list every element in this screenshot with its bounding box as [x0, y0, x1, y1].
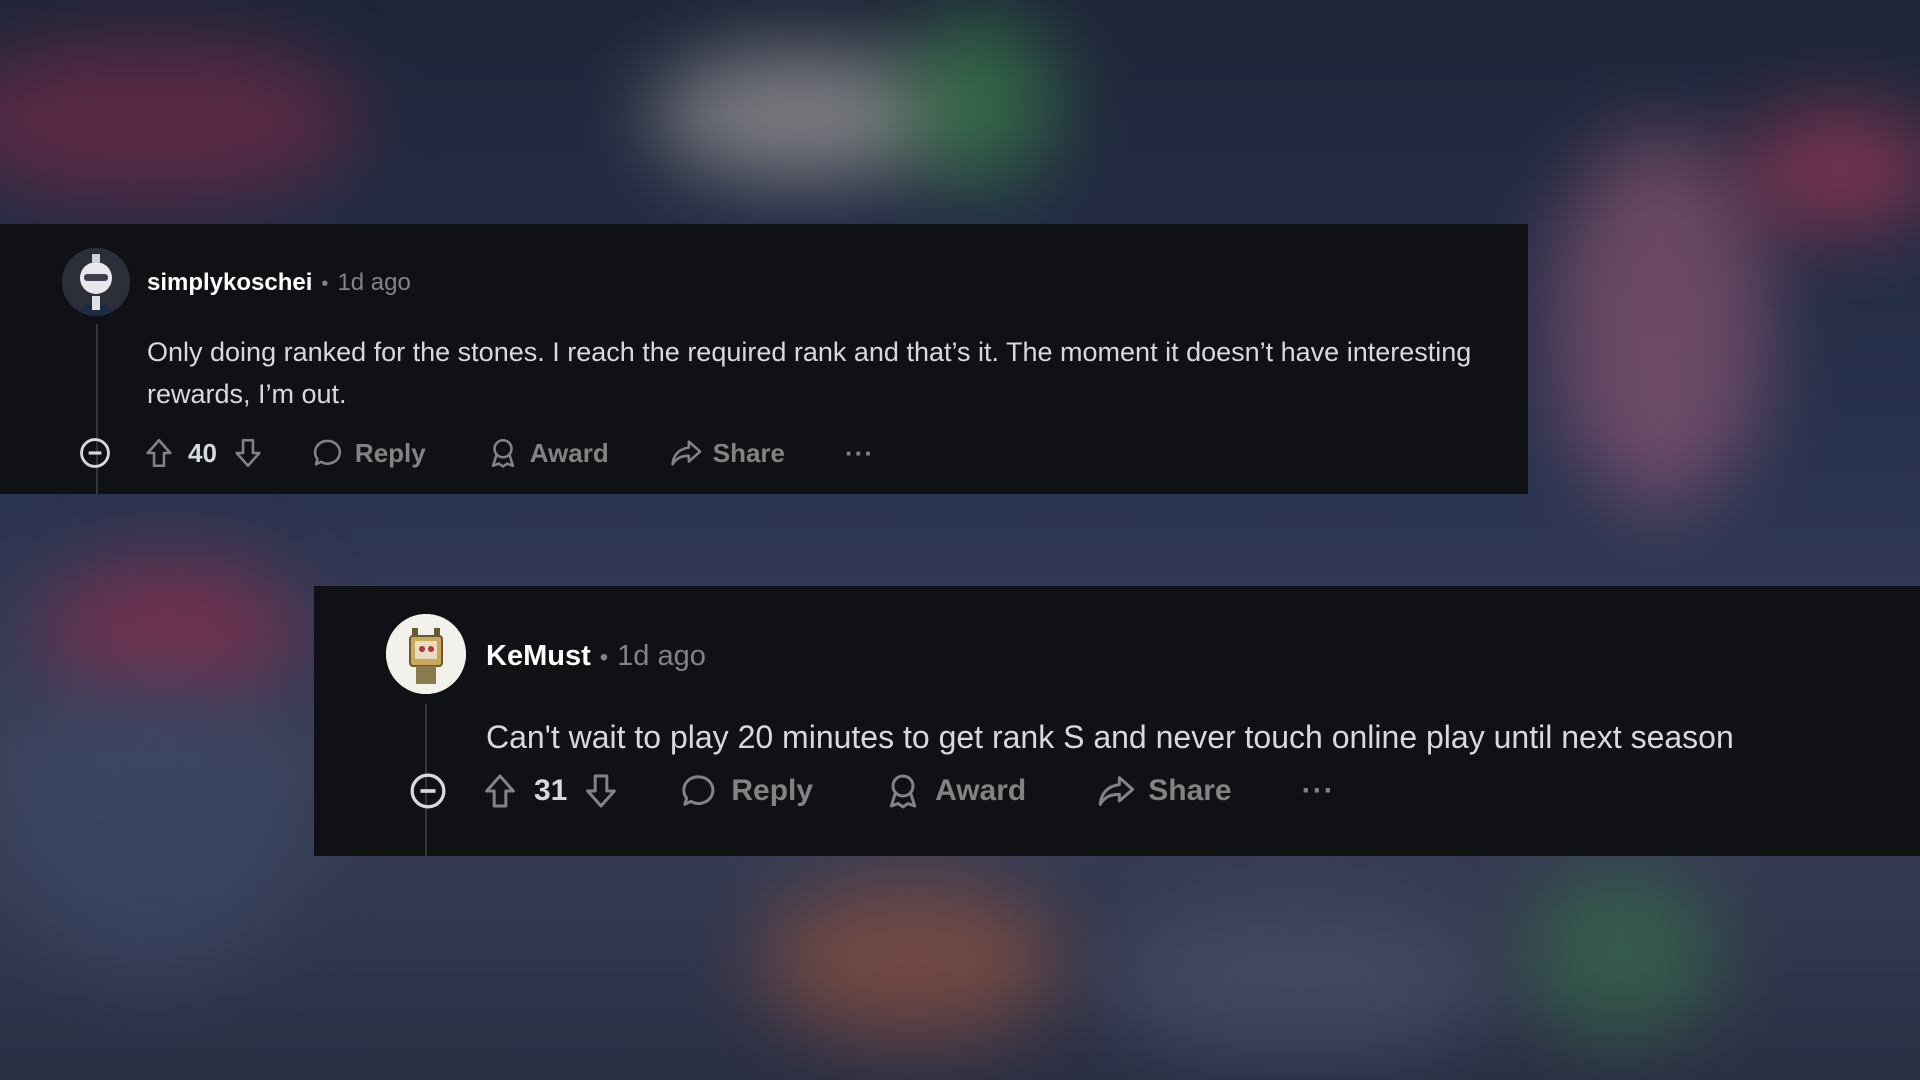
username[interactable]: simplykoschei — [147, 269, 312, 297]
share-button[interactable]: Share — [669, 436, 785, 470]
reply-label: Reply — [731, 774, 814, 807]
award-label: Award — [935, 774, 1027, 807]
comment-body: Can't wait to play 20 minutes to get ran… — [486, 719, 1734, 755]
timestamp[interactable]: 1d ago — [617, 640, 706, 673]
share-label: Share — [1148, 774, 1232, 807]
reply-button[interactable]: Reply — [679, 771, 813, 811]
blurred-background-image — [0, 0, 1920, 1080]
comment-card: simplykoschei • 1d ago Only doing ranked… — [0, 224, 1528, 494]
collapse-button[interactable] — [78, 436, 112, 470]
share-label: Share — [712, 437, 785, 468]
avatar[interactable] — [386, 614, 466, 694]
upvote-button[interactable] — [142, 436, 176, 470]
collapse-button[interactable] — [408, 771, 448, 811]
arrow-up-icon — [146, 438, 172, 468]
vote-count: 31 — [534, 774, 568, 807]
share-button[interactable]: Share — [1096, 771, 1232, 811]
arrow-down-icon — [586, 774, 617, 808]
downvote-button[interactable] — [581, 771, 621, 811]
minus-circle-icon — [410, 773, 446, 809]
more-options-button[interactable]: ··· — [845, 438, 874, 469]
reply-label: Reply — [354, 437, 426, 468]
downvote-button[interactable] — [231, 436, 265, 470]
award-label: Award — [529, 437, 609, 468]
minus-circle-icon — [80, 438, 110, 468]
award-ribbon-icon — [491, 438, 514, 468]
award-button[interactable]: Award — [883, 771, 1026, 811]
arrow-up-icon — [485, 774, 515, 808]
comment-actions: 40 Reply Award Share ··· — [78, 436, 874, 470]
comment-meta: simplykoschei • 1d ago — [147, 269, 411, 297]
share-arrow-icon — [1098, 776, 1135, 806]
speech-bubble-icon — [682, 775, 715, 806]
vote-count: 40 — [188, 437, 217, 468]
separator-dot: • — [321, 273, 329, 295]
username[interactable]: KeMust — [486, 640, 591, 673]
comment-actions: 31 Reply Award Share ··· — [408, 770, 1335, 812]
separator-dot: • — [599, 644, 609, 671]
timestamp[interactable]: 1d ago — [337, 269, 410, 297]
award-button[interactable]: Award — [486, 436, 609, 470]
comment-body: Only doing ranked for the stones. I reac… — [147, 337, 1472, 409]
comment-card: KeMust • 1d ago Can't wait to play 20 mi… — [314, 586, 1920, 856]
more-options-button[interactable]: ··· — [1302, 774, 1335, 808]
arrow-down-icon — [235, 438, 261, 468]
reply-button[interactable]: Reply — [311, 436, 426, 470]
award-ribbon-icon — [889, 774, 917, 809]
speech-bubble-icon — [313, 439, 341, 466]
share-arrow-icon — [671, 440, 702, 466]
avatar[interactable] — [62, 248, 130, 316]
upvote-button[interactable] — [480, 771, 520, 811]
comment-meta: KeMust • 1d ago — [486, 640, 706, 673]
